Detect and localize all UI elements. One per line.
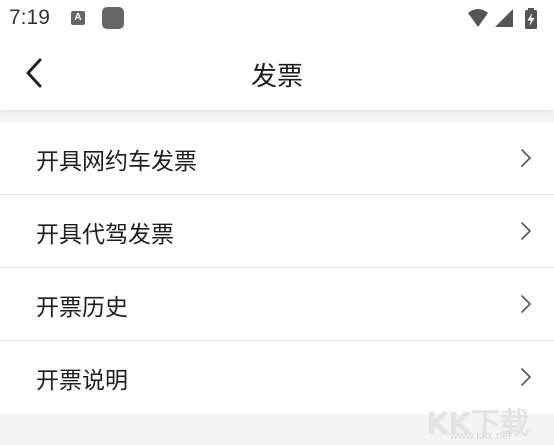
- wifi-icon: [468, 9, 488, 27]
- menu-item-invoice-history[interactable]: 开票历史: [0, 268, 554, 341]
- menu-item-label: 开具代驾发票: [36, 222, 174, 248]
- app-notification-icon: [102, 7, 124, 29]
- title-bar: 发票: [0, 38, 554, 110]
- menu-item-label: 开票说明: [36, 368, 128, 394]
- chevron-right-icon: [521, 149, 531, 167]
- menu-item-designated-driver-invoice[interactable]: 开具代驾发票: [0, 195, 554, 268]
- menu-item-label: 开票历史: [36, 295, 128, 321]
- battery-charging-icon: [525, 8, 537, 29]
- chevron-right-icon: [521, 222, 531, 240]
- status-bar: 7:19 A: [0, 0, 554, 38]
- a-notification-icon: A: [71, 11, 85, 25]
- menu-item-label: 开具网约车发票: [36, 149, 197, 175]
- menu-item-ride-hailing-invoice[interactable]: 开具网约车发票: [0, 122, 554, 195]
- status-system-icons: [466, 7, 542, 31]
- watermark: KK下载 www.kkx.net: [426, 399, 546, 443]
- chevron-right-icon: [521, 368, 531, 386]
- page-title: 发票: [250, 62, 303, 92]
- cell-signal-icon: [495, 9, 513, 27]
- status-time: 7:19: [9, 6, 50, 29]
- invoice-menu-list: 开具网约车发票 开具代驾发票 开票历史 开票说明: [0, 122, 554, 414]
- watermark-url: www.kkx.net: [450, 430, 512, 442]
- chevron-right-icon: [521, 295, 531, 313]
